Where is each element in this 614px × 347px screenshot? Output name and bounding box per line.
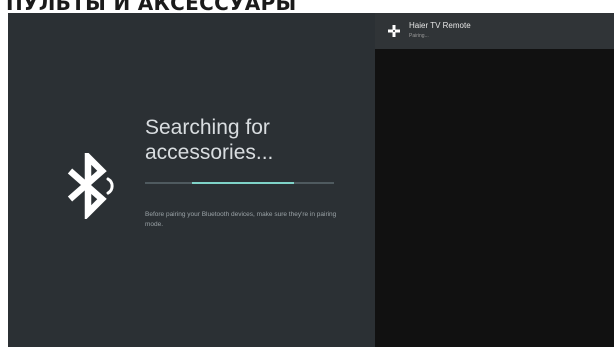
search-progress-fill [192, 182, 295, 184]
bluetooth-searching-icon [67, 153, 114, 219]
search-progress-bar [145, 182, 334, 184]
pairing-hint: Before pairing your Bluetooth devices, m… [145, 211, 337, 228]
device-item-haier-tv-remote[interactable]: Haier TV Remote Pairing... [375, 13, 614, 49]
gamepad-icon [388, 25, 400, 37]
pairing-panel: Searching for accessories... Before pair… [8, 13, 375, 347]
device-list: Haier TV Remote Pairing... [375, 13, 614, 347]
searching-title: Searching for accessories... [145, 116, 274, 164]
device-status: Pairing... [409, 33, 429, 39]
device-name: Haier TV Remote [409, 21, 471, 30]
tv-screen: Searching for accessories... Before pair… [8, 13, 614, 347]
